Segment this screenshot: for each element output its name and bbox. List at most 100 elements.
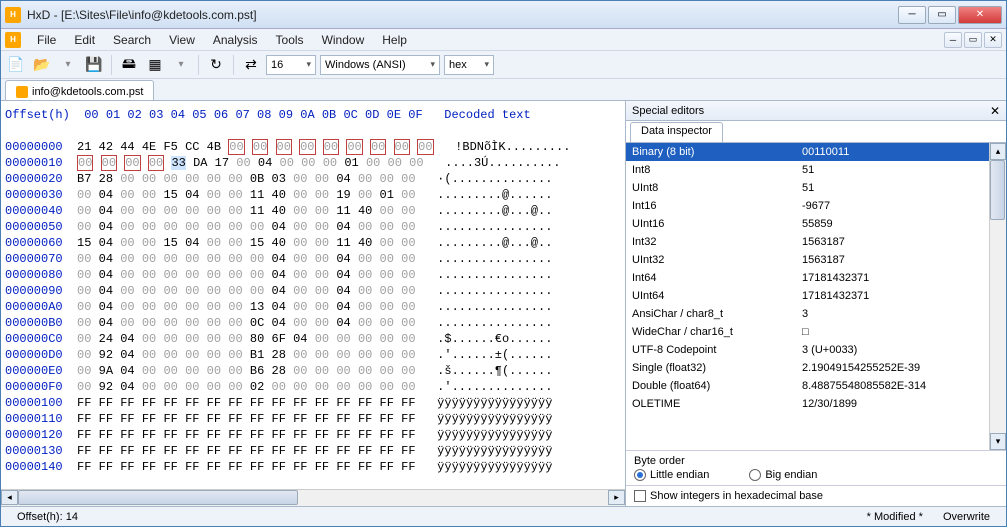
inspector-key: UInt8 <box>632 182 802 194</box>
inspector-row[interactable]: Double (float64)8.48875548085582E-314 <box>626 377 989 395</box>
inspector-row[interactable]: Int321563187 <box>626 233 989 251</box>
minimize-button[interactable]: ─ <box>898 6 926 24</box>
inspector-value: 1563187 <box>802 254 845 266</box>
scroll-right-icon[interactable]: ▸ <box>608 490 625 505</box>
inspector-row[interactable]: UInt1655859 <box>626 215 989 233</box>
inspector-row[interactable]: Int16-9677 <box>626 197 989 215</box>
inspector-key: UInt32 <box>632 254 802 266</box>
inspector-key: OLETIME <box>632 398 802 410</box>
inspector-value: □ <box>802 326 809 338</box>
titlebar[interactable]: H HxD - [E:\Sites\File\info@kdetools.com… <box>1 1 1006 29</box>
inspector-row[interactable]: Int6417181432371 <box>626 269 989 287</box>
show-hex-checkbox[interactable]: Show integers in hexadecimal base <box>626 485 1006 506</box>
arrows-icon[interactable]: ⇄ <box>240 54 262 76</box>
inspector-row[interactable]: UTF-8 Codepoint3 (U+0033) <box>626 341 989 359</box>
inspector-key: Int16 <box>632 200 802 212</box>
byte-order-label: Byte order <box>634 455 998 467</box>
inspector-value: 8.48875548085582E-314 <box>802 380 926 392</box>
close-pane-icon[interactable]: ✕ <box>990 104 1000 118</box>
separator <box>111 55 112 75</box>
disk-icon[interactable]: 🖴 <box>118 54 140 76</box>
inspector-key: UInt16 <box>632 218 802 230</box>
inspector-key: AnsiChar / char8_t <box>632 308 802 320</box>
toolbar: 📄 📂 ▾ 💾 🖴 ▦ ▾ ↻ ⇄ 16 Windows (ANSI) hex <box>1 51 1006 79</box>
inspector-key: Binary (8 bit) <box>632 146 802 158</box>
hex-view[interactable]: Offset(h) 00 01 02 03 04 05 06 07 08 09 … <box>1 101 625 489</box>
new-file-icon[interactable]: 📄 <box>5 54 27 76</box>
radio-icon <box>634 469 646 481</box>
ram-icon[interactable]: ▦ <box>144 54 166 76</box>
radio-icon <box>749 469 761 481</box>
open-file-icon[interactable]: 📂 <box>31 54 53 76</box>
side-tabstrip: Data inspector <box>626 121 1006 143</box>
mdi-minimize-button[interactable]: ─ <box>944 32 962 48</box>
app-icon: H <box>5 7 21 23</box>
base-combo[interactable]: hex <box>444 55 494 75</box>
menu-help[interactable]: Help <box>374 31 415 49</box>
checkbox-icon <box>634 490 646 502</box>
file-icon <box>16 86 28 98</box>
inspector-row[interactable]: WideChar / char16_t□ <box>626 323 989 341</box>
inspector-key: Int8 <box>632 164 802 176</box>
inspector-value: 51 <box>802 164 814 176</box>
inspector-value: 00110011 <box>802 146 849 158</box>
inspector-row[interactable]: Binary (8 bit)00110011 <box>626 143 989 161</box>
mdi-restore-button[interactable]: ▭ <box>964 32 982 48</box>
window-title: HxD - [E:\Sites\File\info@kdetools.com.p… <box>27 8 898 22</box>
inspector-key: UInt64 <box>632 290 802 302</box>
inspector-row[interactable]: Single (float32)2.19049154255252E-39 <box>626 359 989 377</box>
doc-icon: H <box>5 32 21 48</box>
close-button[interactable]: ✕ <box>958 6 1002 24</box>
menu-search[interactable]: Search <box>105 31 159 49</box>
scroll-left-icon[interactable]: ◂ <box>1 490 18 505</box>
inspector-key: Double (float64) <box>632 380 802 392</box>
inspector-value: 3 <box>802 308 808 320</box>
vertical-scrollbar[interactable]: ▴ ▾ <box>989 143 1006 450</box>
refresh-icon[interactable]: ↻ <box>205 54 227 76</box>
menu-view[interactable]: View <box>161 31 203 49</box>
inspector-value: 17181432371 <box>802 272 869 284</box>
save-icon[interactable]: 💾 <box>83 54 105 76</box>
scroll-up-icon[interactable]: ▴ <box>990 143 1006 160</box>
radio-little-endian[interactable]: Little endian <box>634 469 709 481</box>
inspector-value: -9677 <box>802 200 830 212</box>
hex-pane: Offset(h) 00 01 02 03 04 05 06 07 08 09 … <box>1 101 626 506</box>
status-modified: * Modified * <box>857 511 933 523</box>
mdi-close-button[interactable]: ✕ <box>984 32 1002 48</box>
inspector-row[interactable]: UInt321563187 <box>626 251 989 269</box>
scroll-down-icon[interactable]: ▾ <box>990 433 1006 450</box>
side-pane: Special editors ✕ Data inspector Binary … <box>626 101 1006 506</box>
menubar: H File Edit Search View Analysis Tools W… <box>1 29 1006 51</box>
inspector-key: Int32 <box>632 236 802 248</box>
radio-big-endian[interactable]: Big endian <box>749 469 817 481</box>
status-mode: Overwrite <box>933 511 1000 523</box>
encoding-combo[interactable]: Windows (ANSI) <box>320 55 440 75</box>
editor-tab[interactable]: info@kdetools.com.pst <box>5 80 154 100</box>
horizontal-scrollbar[interactable]: ◂ ▸ <box>1 489 625 506</box>
tab-data-inspector[interactable]: Data inspector <box>630 122 723 142</box>
tab-label: info@kdetools.com.pst <box>32 86 143 98</box>
menu-edit[interactable]: Edit <box>66 31 103 49</box>
inspector-row[interactable]: AnsiChar / char8_t3 <box>626 305 989 323</box>
inspector-row[interactable]: UInt851 <box>626 179 989 197</box>
menu-window[interactable]: Window <box>314 31 373 49</box>
separator <box>233 55 234 75</box>
scroll-thumb[interactable] <box>18 490 298 505</box>
menu-tools[interactable]: Tools <box>268 31 312 49</box>
editor-tabstrip: info@kdetools.com.pst <box>1 79 1006 101</box>
inspector-row[interactable]: UInt6417181432371 <box>626 287 989 305</box>
menu-file[interactable]: File <box>29 31 64 49</box>
side-pane-title: Special editors <box>632 105 704 117</box>
inspector-value: 1563187 <box>802 236 845 248</box>
byte-order-group: Byte order Little endian Big endian <box>626 450 1006 485</box>
inspector-row[interactable]: OLETIME12/30/1899 <box>626 395 989 413</box>
inspector-key: Single (float32) <box>632 362 802 374</box>
inspector-value: 55859 <box>802 218 833 230</box>
inspector-list[interactable]: Binary (8 bit)00110011Int851UInt851Int16… <box>626 143 989 450</box>
menu-analysis[interactable]: Analysis <box>205 31 266 49</box>
scroll-thumb[interactable] <box>990 160 1005 220</box>
inspector-value: 3 (U+0033) <box>802 344 857 356</box>
maximize-button[interactable]: ▭ <box>928 6 956 24</box>
inspector-row[interactable]: Int851 <box>626 161 989 179</box>
columns-combo[interactable]: 16 <box>266 55 316 75</box>
